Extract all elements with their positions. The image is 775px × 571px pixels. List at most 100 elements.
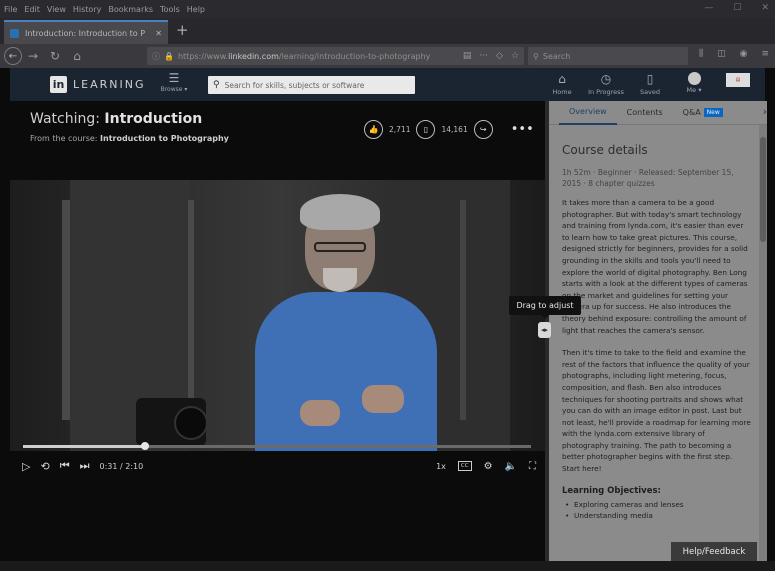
- bookmark-icon: ▯: [646, 72, 654, 86]
- menu-help[interactable]: Help: [187, 5, 205, 14]
- forward-icon[interactable]: →: [22, 49, 44, 63]
- minimize-icon[interactable]: —: [704, 3, 713, 13]
- time-display: 0:31 / 2:10: [99, 461, 144, 471]
- more-options-icon[interactable]: •••: [511, 122, 534, 137]
- account-icon[interactable]: ◉: [740, 49, 748, 59]
- save-bookmark-icon[interactable]: ▯: [416, 120, 436, 139]
- tab-bar: Introduction: Introduction to P ✕ +: [0, 18, 775, 44]
- pocket-icon[interactable]: ◇: [496, 51, 503, 61]
- share-icon[interactable]: ↪: [473, 120, 493, 139]
- linkedin-favicon-icon: [10, 28, 19, 38]
- video-progress-bar[interactable]: [23, 442, 531, 450]
- nav-saved-label: Saved: [639, 88, 661, 96]
- browser-menubar: File Edit View History Bookmarks Tools H…: [0, 0, 775, 18]
- course-side-panel: Overview Contents Q&A New › Course detail…: [549, 101, 767, 561]
- lock-icon: 🔒: [164, 51, 174, 61]
- overview-content: Course details 1h 52m · Beginner · Relea…: [562, 143, 752, 521]
- header-nav: ⌂ Home ◷ In Progress ▯ Saved Me ▾ ▤: [540, 70, 760, 96]
- side-scrollbar[interactable]: [759, 125, 767, 561]
- course-meta: 1h 52m · Beginner · Released: September …: [562, 168, 734, 188]
- reader-view-icon[interactable]: ▤: [463, 51, 472, 61]
- sidebar-icon[interactable]: ◫: [717, 49, 726, 59]
- tab-close-icon[interactable]: ✕: [155, 29, 162, 38]
- menu-bookmarks[interactable]: Bookmarks: [108, 5, 153, 14]
- business-logo[interactable]: ▤: [716, 70, 760, 96]
- browser-right-tools: ⫼ ◫ ◉ ≡: [699, 49, 769, 59]
- window-controls: — ☐ ✕: [704, 3, 769, 13]
- nav-me[interactable]: Me ▾: [672, 70, 716, 96]
- nav-me-label: Me ▾: [686, 86, 702, 94]
- linkedin-learning-logo[interactable]: in LEARNING: [50, 76, 145, 93]
- menu-edit[interactable]: Edit: [24, 5, 40, 14]
- info-icon[interactable]: ⓘ: [152, 51, 160, 62]
- resize-handle-icon[interactable]: ◂▸: [538, 322, 551, 338]
- instructor-figure: [255, 292, 437, 451]
- video-player: Watching: Introduction From the course: …: [10, 101, 545, 561]
- description-paragraph-2: Then it's time to take to the field and …: [562, 348, 751, 474]
- close-icon[interactable]: ✕: [761, 3, 769, 13]
- course-link[interactable]: Introduction to Photography: [100, 134, 229, 143]
- new-tab-icon[interactable]: +: [176, 22, 189, 38]
- url-bar[interactable]: ⓘ 🔒 https://www.linkedin.com/learning/in…: [147, 47, 524, 65]
- help-feedback-button[interactable]: Help/Feedback: [671, 542, 757, 562]
- course-details-heading: Course details: [562, 143, 648, 157]
- browser-tab[interactable]: Introduction: Introduction to P ✕: [4, 20, 168, 44]
- browser-search-field[interactable]: ⚲ Search: [528, 47, 688, 65]
- previous-icon[interactable]: ⏮: [60, 459, 70, 473]
- clock-icon: ◷: [600, 72, 612, 86]
- save-count: 14,161: [441, 125, 468, 134]
- reload-icon[interactable]: ↻: [44, 49, 66, 63]
- course-search-placeholder: Search for skills, subjects or software: [224, 80, 365, 90]
- like-icon[interactable]: 👍: [364, 120, 383, 139]
- nav-home-label: Home: [552, 88, 572, 96]
- tab-title: Introduction: Introduction to P: [25, 28, 146, 38]
- menu-tools[interactable]: Tools: [160, 5, 180, 14]
- page-actions-icon[interactable]: ···: [479, 51, 488, 61]
- library-icon[interactable]: ⫼: [699, 49, 703, 59]
- like-count: 2,711: [389, 125, 411, 134]
- video-frame[interactable]: [10, 180, 545, 451]
- browse-label: Browse ▾: [160, 86, 188, 93]
- drag-tooltip: Drag to adjust: [509, 296, 581, 319]
- rewind-icon[interactable]: ⟲: [40, 460, 49, 473]
- menu-view[interactable]: View: [47, 5, 66, 14]
- playback-speed[interactable]: 1x: [436, 462, 446, 471]
- objectives-heading: Learning Objectives:: [562, 485, 661, 496]
- captions-icon[interactable]: CC: [457, 461, 472, 471]
- chevron-right-icon[interactable]: ›: [763, 105, 767, 118]
- tab-qa[interactable]: Q&A New: [673, 101, 733, 125]
- logo-text: LEARNING: [73, 78, 146, 91]
- progress-fill: [23, 445, 145, 448]
- star-icon[interactable]: ☆: [511, 51, 519, 61]
- tab-contents[interactable]: Contents: [617, 101, 673, 125]
- browse-menu[interactable]: ☰ Browse ▾: [160, 70, 188, 93]
- home-icon[interactable]: ⌂: [66, 49, 88, 63]
- maximize-icon[interactable]: ☐: [733, 3, 741, 13]
- back-icon[interactable]: ←: [4, 47, 22, 65]
- progress-handle[interactable]: [140, 442, 149, 450]
- nav-in-progress[interactable]: ◷ In Progress: [584, 70, 628, 96]
- scrollbar-thumb[interactable]: [760, 137, 766, 242]
- menu-history[interactable]: History: [73, 5, 101, 14]
- player-controls: ▷ ⟲ ⏮ ⏭ 0:31 / 2:10 1x CC ⚙ 🔈 ⛶: [22, 458, 536, 474]
- tab-overview[interactable]: Overview: [559, 101, 617, 125]
- nav-saved[interactable]: ▯ Saved: [628, 70, 672, 96]
- browser-search-placeholder: Search: [542, 51, 571, 61]
- video-actions: 👍 2,711 ▯ 14,161 ↪ •••: [364, 120, 534, 139]
- menu-file[interactable]: File: [4, 5, 17, 14]
- objective-item: Understanding media: [562, 510, 752, 521]
- fullscreen-icon[interactable]: ⛶: [529, 461, 536, 472]
- search-icon: ⚲: [213, 80, 220, 90]
- course-search-input[interactable]: ⚲ Search for skills, subjects or softwar…: [208, 76, 415, 94]
- next-icon[interactable]: ⏭: [80, 459, 90, 473]
- home-icon: ⌂: [558, 72, 566, 86]
- avatar: [687, 72, 701, 85]
- nav-home[interactable]: ⌂ Home: [540, 70, 584, 96]
- settings-gear-icon[interactable]: ⚙: [484, 461, 493, 472]
- url-text: https://www.linkedin.com/learning/introd…: [177, 51, 431, 61]
- hamburger-menu-icon[interactable]: ≡: [761, 49, 769, 59]
- video-title: Watching: Introduction: [30, 111, 203, 127]
- course-subtitle: From the course: Introduction to Photogr…: [30, 134, 229, 143]
- volume-icon[interactable]: 🔈: [505, 461, 517, 472]
- play-icon[interactable]: ▷: [22, 460, 30, 473]
